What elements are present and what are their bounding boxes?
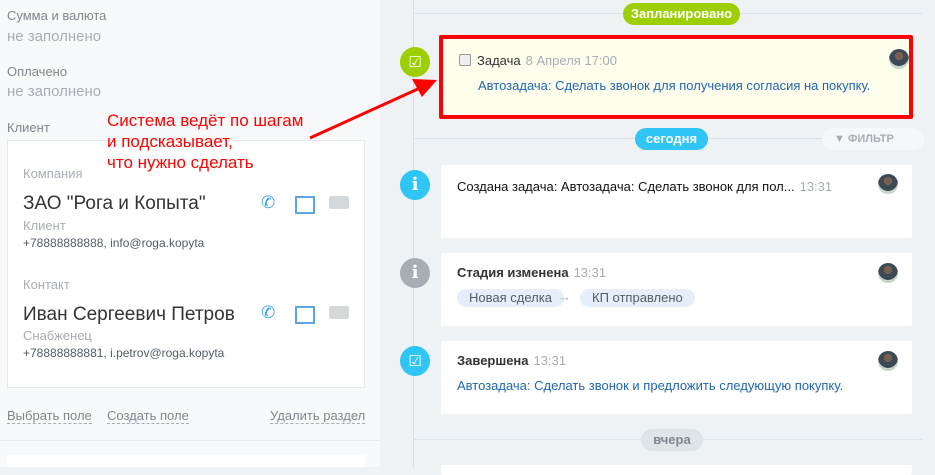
annotation-arrow xyxy=(309,79,437,140)
